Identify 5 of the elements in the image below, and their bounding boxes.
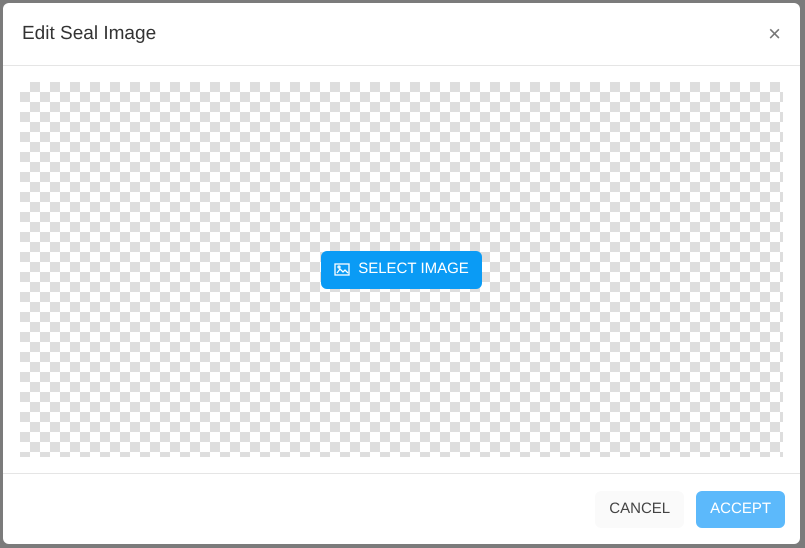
cancel-button[interactable]: CANCEL bbox=[595, 490, 684, 528]
dialog-title: Edit Seal Image bbox=[22, 22, 156, 46]
select-image-button[interactable]: SELECT IMAGE bbox=[321, 250, 482, 288]
close-button[interactable]: × bbox=[768, 23, 781, 45]
image-icon bbox=[334, 263, 350, 276]
